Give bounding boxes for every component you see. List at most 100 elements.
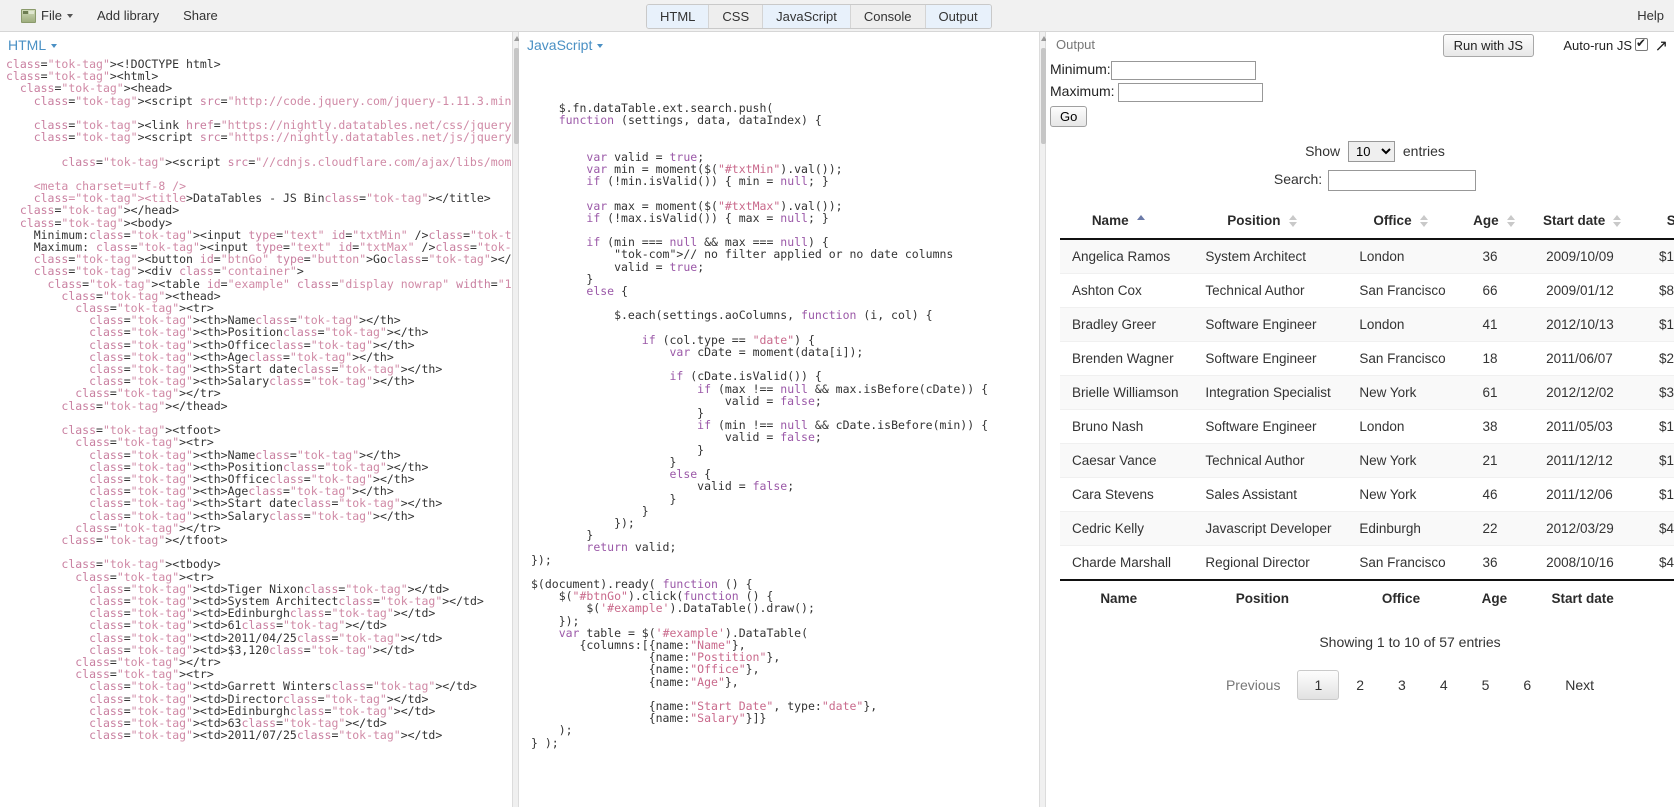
table-cell-salary: $106,450 — [1647, 443, 1674, 478]
table-cell-salary: $470,600 — [1647, 545, 1674, 581]
help-link[interactable]: Help — [1637, 8, 1664, 23]
table-cell-age: 61 — [1470, 375, 1535, 410]
add-library-button[interactable]: Add library — [86, 4, 170, 28]
search-input[interactable] — [1328, 170, 1477, 191]
column-header-name[interactable]: Name — [1060, 203, 1194, 240]
table-cell-start-date: 2009/01/12 — [1534, 273, 1648, 308]
table-cell-office: San Francisco — [1347, 341, 1471, 376]
go-button[interactable]: Go — [1050, 106, 1088, 127]
table-cell-name: Brielle Williamson — [1060, 375, 1194, 410]
table-cell-name: Charde Marshall — [1060, 545, 1194, 581]
table-row[interactable]: Cara Stevens Sales Assistant New York 46 201… — [1060, 477, 1674, 512]
panel-tabstrip: HTML CSS JavaScript Console Output — [646, 4, 992, 29]
javascript-editor-panel: JavaScript $.fn.dataTable.ext.search.pus… — [519, 32, 1039, 807]
table-row[interactable]: Brielle Williamson Integration Specialist… — [1060, 375, 1674, 410]
table-row[interactable]: Caesar Vance Technical Author New York 21 20… — [1060, 443, 1674, 478]
maximum-input[interactable] — [1118, 82, 1264, 102]
table-cell-office: New York — [1347, 477, 1471, 512]
share-button[interactable]: Share — [172, 4, 229, 28]
pagination-previous[interactable]: Previous — [1209, 670, 1297, 700]
table-row[interactable]: Angelica Ramos System Architect London 36 20… — [1060, 239, 1674, 274]
entries-per-page-select[interactable]: 102550100 — [1348, 141, 1395, 162]
pagination-next[interactable]: Next — [1548, 670, 1611, 700]
table-cell-office: London — [1347, 409, 1471, 444]
table-cell-position: Software Engineer — [1193, 341, 1348, 376]
table-cell-office: San Francisco — [1347, 545, 1471, 581]
column-header-label: Name — [1091, 213, 1129, 228]
sort-arrows-icon — [1506, 215, 1516, 228]
column-header-position[interactable]: Position — [1193, 203, 1348, 240]
tab-css[interactable]: CSS — [709, 5, 764, 28]
table-cell-start-date: 2008/10/16 — [1534, 545, 1648, 581]
file-menu[interactable]: File — [10, 4, 84, 28]
column-header-label: Office — [1373, 213, 1412, 228]
column-header-salary[interactable]: Salary — [1647, 203, 1674, 240]
table-cell-office: New York — [1347, 443, 1471, 478]
datatable-length-control: Show 102550100 entries — [1090, 141, 1660, 162]
pagination-page-6[interactable]: 6 — [1506, 670, 1548, 700]
pagination-page-5[interactable]: 5 — [1465, 670, 1507, 700]
toolbar-left-group: File Add library Share — [0, 4, 231, 28]
javascript-code-area[interactable]: $.fn.dataTable.ext.search.push( function… — [519, 58, 1039, 807]
table-cell-age: 22 — [1470, 511, 1535, 546]
table-cell-salary: $1,200,000 — [1647, 239, 1674, 274]
file-menu-label: File — [41, 7, 62, 23]
table-row[interactable]: Bruno Nash Software Engineer London 38 2011/… — [1060, 409, 1674, 444]
output-iframe-content: Minimum: Maximum: Go Show 102550100 entr… — [1046, 58, 1674, 807]
table-cell-age: 38 — [1470, 409, 1535, 444]
table-row[interactable]: Charde Marshall Regional Director San Fran… — [1060, 545, 1674, 581]
table-cell-position: Regional Director — [1193, 545, 1348, 581]
table-cell-start-date: 2009/10/09 — [1534, 239, 1648, 274]
table-body: Angelica Ramos System Architect London 36 20… — [1060, 239, 1674, 581]
js-panel-label[interactable]: JavaScript — [527, 37, 592, 53]
table-row[interactable]: Bradley Greer Software Engineer London 41 20… — [1060, 307, 1674, 342]
splitter-js-output[interactable] — [1039, 32, 1047, 807]
table-cell-age: 46 — [1470, 477, 1535, 512]
tab-console[interactable]: Console — [850, 5, 926, 28]
table-cell-age: 66 — [1470, 273, 1535, 308]
footer-header-salary: Salary — [1647, 579, 1674, 616]
table-cell-start-date: 2011/12/06 — [1534, 477, 1648, 512]
pagination-page-3[interactable]: 3 — [1381, 670, 1423, 700]
tab-html[interactable]: HTML — [647, 5, 710, 28]
table-cell-position: Integration Specialist — [1193, 375, 1348, 410]
auto-run-js-checkbox[interactable] — [1635, 36, 1648, 51]
output-panel-label: Output — [1056, 37, 1096, 52]
table-cell-position: Software Engineer — [1193, 307, 1348, 342]
sort-arrows-icon — [1136, 215, 1146, 227]
minimum-input[interactable] — [1110, 60, 1256, 80]
run-with-js-button[interactable]: Run with JS — [1442, 34, 1534, 57]
datatable-wrapper: Show 102550100 entries Search: NamePosit… — [1046, 127, 1674, 700]
show-entries-suffix: entries — [1402, 143, 1445, 159]
table-row[interactable]: Ashton Cox Technical Author San Francisco 6… — [1060, 273, 1674, 308]
pagination-page-2[interactable]: 2 — [1339, 670, 1381, 700]
table-cell-office: Edinburgh — [1347, 511, 1471, 546]
column-header-label: Position — [1227, 213, 1281, 228]
chevron-down-icon[interactable] — [597, 44, 604, 49]
table-cell-age: 41 — [1470, 307, 1535, 342]
table-cell-age: 21 — [1470, 443, 1535, 478]
html-editor-panel: HTML class="tok-tag"><!DOCTYPE html> cla… — [0, 32, 512, 807]
table-cell-salary: $163,500 — [1647, 409, 1674, 444]
html-code-area[interactable]: class="tok-tag"><!DOCTYPE html> class="t… — [0, 58, 512, 807]
table-cell-position: Javascript Developer — [1193, 511, 1348, 546]
sort-arrows-icon — [1288, 215, 1298, 228]
table-cell-position: Sales Assistant — [1193, 477, 1348, 512]
splitter-html-js[interactable] — [512, 32, 520, 807]
column-header-office[interactable]: Office — [1347, 203, 1471, 240]
pagination-page-4[interactable]: 4 — [1423, 670, 1465, 700]
auto-run-js-label: Auto-run JS — [1563, 38, 1632, 53]
table-cell-office: San Francisco — [1347, 273, 1471, 308]
table-cell-salary: $206,850 — [1647, 341, 1674, 376]
chevron-down-icon[interactable] — [51, 44, 58, 49]
popout-icon[interactable]: ↗ — [1655, 36, 1668, 56]
tab-output[interactable]: Output — [925, 5, 991, 28]
html-panel-label[interactable]: HTML — [8, 37, 46, 53]
table-row[interactable]: Cedric Kelly Javascript Developer Edinburg… — [1060, 511, 1674, 546]
tab-javascript[interactable]: JavaScript — [763, 5, 851, 28]
column-header-start-date[interactable]: Start date — [1534, 203, 1648, 240]
table-footer-row: NamePositionOfficeAgeStart dateSalary — [1060, 579, 1674, 616]
column-header-age[interactable]: Age — [1470, 203, 1535, 240]
pagination-page-1[interactable]: 1 — [1297, 670, 1340, 700]
table-row[interactable]: Brenden Wagner Software Engineer San Franc… — [1060, 341, 1674, 376]
